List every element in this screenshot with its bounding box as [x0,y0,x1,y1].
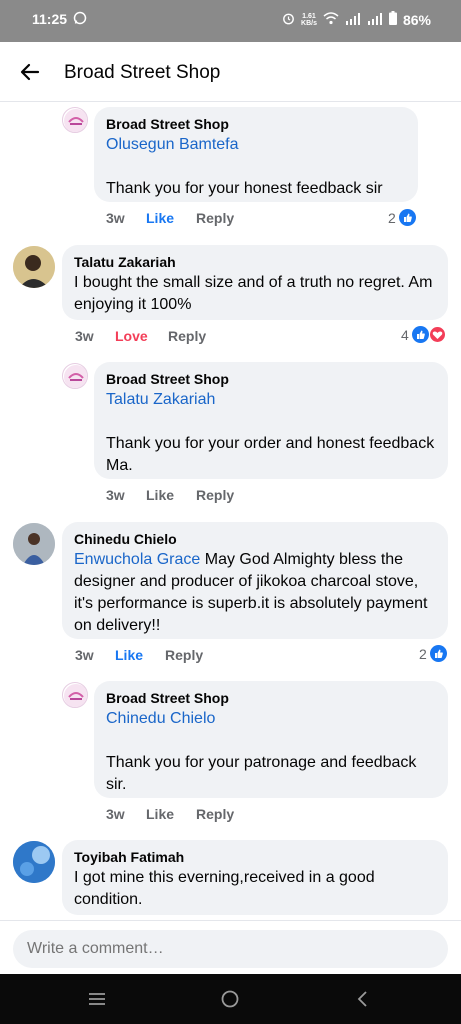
avatar-broad-street-shop[interactable] [62,363,88,389]
avatar-chinedu-chielo[interactable] [13,523,55,565]
comment-author[interactable]: Toyibah Fatimah [74,848,436,867]
reply-button[interactable]: Reply [168,328,206,344]
comment-input[interactable] [13,930,448,968]
alarm-icon [282,12,295,28]
comment-bubble[interactable]: Broad Street Shop Olusegun Bamtefa Thank… [94,107,418,202]
comment-author[interactable]: Broad Street Shop [106,115,406,134]
battery-percent: 86% [402,11,431,28]
avatar-broad-street-shop[interactable] [62,682,88,708]
comment-time: 3w [75,328,94,344]
reply-button[interactable]: Reply [196,487,234,503]
avatar-broad-street-shop[interactable] [62,107,88,133]
like-button[interactable]: Like [115,647,165,663]
mention-link[interactable]: Olusegun Bamtefa [106,136,239,153]
comment-composer [0,920,461,974]
mention-link[interactable]: Chinedu Chielo [106,710,215,727]
avatar-toyibah-fatimah[interactable] [13,841,55,883]
whatsapp-icon [73,11,87,30]
comment-time: 3w [75,647,94,663]
comment-bubble[interactable]: Broad Street Shop Talatu Zakariah Thank … [94,362,448,479]
status-bar: 11:25 1.61 KB/s 86% [0,0,461,42]
thumbs-up-icon [411,326,429,343]
status-icons: 1.61 KB/s 86% [282,11,431,28]
reaction-count[interactable]: 2 [388,209,416,226]
comment-actions: 3w Like Reply [75,647,203,663]
like-button[interactable]: Like [146,210,196,226]
comment-bubble[interactable]: Chinedu Chielo Enwuchola Grace May God A… [62,522,448,639]
home-circle-icon[interactable] [220,989,240,1009]
love-button[interactable]: Love [115,328,168,344]
reply-button[interactable]: Reply [196,806,234,822]
comment-actions: 3w Like Reply [106,210,234,226]
system-nav-bar [0,974,461,1024]
heart-icon [428,326,446,343]
comment-author[interactable]: Talatu Zakariah [74,253,436,272]
comment-time: 3w [106,487,125,503]
comment-actions: 3w Like Reply [106,487,234,503]
like-button[interactable]: Like [146,806,196,822]
signal-icon-2 [367,12,383,28]
comment-text: I bought the small size and of a truth n… [74,274,433,313]
thumbs-up-icon [398,209,416,226]
comments-feed[interactable]: Broad Street Shop Olusegun Bamtefa Thank… [0,103,461,920]
chevron-left-icon[interactable] [353,989,373,1009]
back-arrow-icon[interactable] [18,60,42,84]
page-title: Broad Street Shop [64,62,221,83]
like-button[interactable]: Like [146,487,196,503]
comment-bubble[interactable]: Toyibah Fatimah I got mine this everning… [62,840,448,915]
comment-text: Thank you for your honest feedback sir [106,180,383,197]
menu-icon[interactable] [87,989,107,1009]
reaction-count[interactable]: 4 [401,326,446,343]
comment-text: Thank you for your order and honest feed… [106,435,435,474]
comment-text: I got mine this everning,received in a g… [74,869,375,908]
app-header: Broad Street Shop [0,42,461,102]
avatar-talatu-zakariah[interactable] [13,246,55,288]
thumbs-up-icon [429,645,447,662]
signal-icon [345,12,361,28]
comment-author[interactable]: Broad Street Shop [106,370,436,389]
network-speed: 1.61 KB/s [301,12,317,27]
mention-link[interactable]: Talatu Zakariah [106,391,215,408]
battery-icon [388,11,397,28]
comment-actions: 3w Like Reply [106,806,234,822]
reply-button[interactable]: Reply [196,210,234,226]
comment-text: Thank you for your patronage and feedbac… [106,754,417,793]
mention-link[interactable]: Enwuchola Grace [74,551,200,568]
comment-actions: 3w Love Reply [75,328,206,344]
comment-time: 3w [106,806,125,822]
comment-bubble[interactable]: Broad Street Shop Chinedu Chielo Thank y… [94,681,448,798]
comment-bubble[interactable]: Talatu Zakariah I bought the small size … [62,245,448,320]
reaction-count[interactable]: 2 [419,645,447,662]
comment-author[interactable]: Chinedu Chielo [74,530,436,549]
wifi-icon [323,11,339,28]
comment-author[interactable]: Broad Street Shop [106,689,436,708]
reply-button[interactable]: Reply [165,647,203,663]
status-time: 11:25 [32,11,68,27]
comment-time: 3w [106,210,125,226]
